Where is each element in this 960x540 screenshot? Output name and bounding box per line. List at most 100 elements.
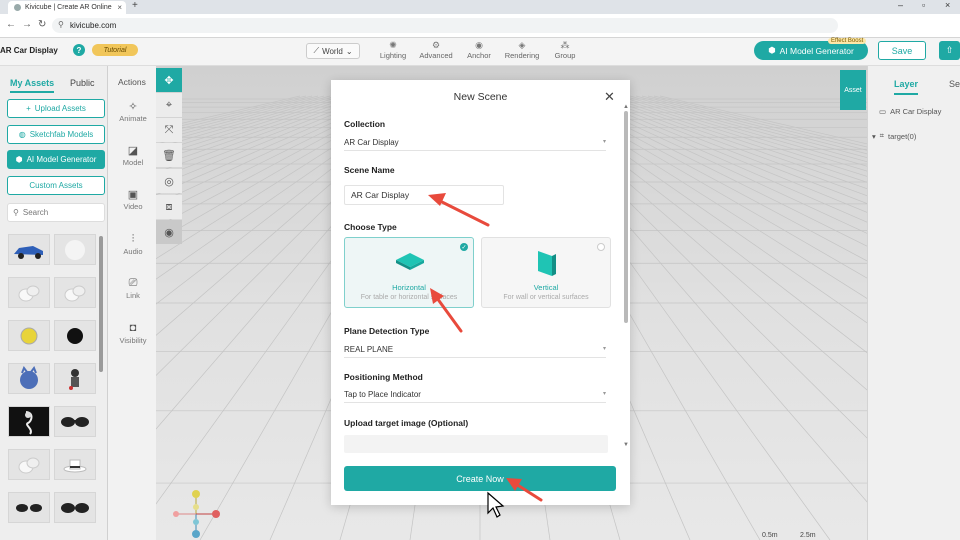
asset-thumb-black-ball[interactable] bbox=[54, 320, 96, 351]
asset-thumb-yellow-ball[interactable] bbox=[8, 320, 50, 351]
upload-assets-button[interactable]: + Upload Assets bbox=[7, 99, 105, 118]
type-card-horizontal[interactable]: ✓ Horizontal For table or horizontal sur… bbox=[344, 237, 474, 308]
layer-panel: Layer Set ▭ AR Car Display ▾ ⌗ target(0) bbox=[867, 66, 960, 540]
view-tool-button[interactable]: ◉ bbox=[156, 220, 182, 244]
site-favicon-icon bbox=[14, 4, 21, 11]
tab-layer[interactable]: Layer bbox=[894, 79, 919, 95]
modal-title: New Scene bbox=[453, 91, 508, 103]
chevron-down-icon: ▾ bbox=[872, 131, 876, 141]
move-tool-button[interactable]: ✥ bbox=[156, 68, 182, 92]
plane-detection-label: Plane Detection Type bbox=[344, 326, 430, 336]
choose-type-label: Choose Type bbox=[344, 222, 397, 232]
asset-thumb-car[interactable] bbox=[8, 234, 50, 265]
asset-scrollbar[interactable] bbox=[99, 236, 103, 372]
move-icon: ✥ bbox=[164, 74, 174, 87]
asset-thumb-sunglasses[interactable] bbox=[8, 492, 50, 523]
layer-item-scene[interactable]: ▭ AR Car Display bbox=[879, 107, 941, 116]
forward-icon[interactable]: → bbox=[22, 19, 32, 30]
search-icon: ⚲ bbox=[13, 208, 19, 217]
chevron-down-icon: ▾ bbox=[602, 346, 606, 352]
positioning-value: Tap to Place Indicator bbox=[344, 390, 421, 399]
asset-thumb-sphere[interactable] bbox=[54, 234, 96, 265]
close-icon[interactable]: ✕ bbox=[604, 89, 615, 105]
scene-icon: ▭ bbox=[879, 107, 887, 116]
action-video[interactable]: ▣ Video bbox=[108, 188, 158, 211]
project-name: AR Car Display bbox=[0, 46, 58, 55]
back-icon[interactable]: ← bbox=[6, 19, 16, 30]
collection-value: AR Car Display bbox=[344, 138, 399, 147]
asset-thumb-glasses[interactable] bbox=[54, 492, 96, 523]
modal-scrollbar[interactable] bbox=[624, 111, 628, 323]
group-tool[interactable]: ⁂ Group bbox=[540, 40, 590, 60]
minimize-icon[interactable]: – bbox=[898, 0, 903, 10]
upload-target-dropzone[interactable] bbox=[344, 435, 608, 453]
help-icon[interactable]: ? bbox=[73, 44, 85, 56]
plane-detection-select[interactable]: REAL PLANE ▾ bbox=[344, 342, 606, 358]
asset-thumb-figure[interactable] bbox=[54, 363, 96, 394]
maximize-icon[interactable]: ▫ bbox=[922, 0, 925, 10]
collection-select[interactable]: AR Car Display ▾ bbox=[344, 135, 606, 151]
axis-gizmo[interactable] bbox=[168, 488, 228, 540]
action-link[interactable]: ⎚ Link bbox=[108, 277, 158, 300]
address-bar-row: ← → ↻ ⚲ kivicube.com bbox=[0, 14, 960, 38]
asset-thumb-shape[interactable] bbox=[54, 277, 96, 308]
browser-tab[interactable]: Kivicube | Create AR Online × bbox=[8, 1, 126, 14]
ai-model-generator-panel-button[interactable]: ⬢ AI Model Generator bbox=[7, 150, 105, 169]
close-window-icon[interactable]: × bbox=[945, 0, 950, 10]
site-info-icon[interactable]: ⚲ bbox=[58, 20, 64, 29]
sketchfab-icon: ◍ bbox=[18, 130, 26, 139]
check-icon: ✓ bbox=[460, 243, 468, 251]
positioning-select[interactable]: Tap to Place Indicator ▾ bbox=[344, 387, 606, 403]
tab-public[interactable]: Public bbox=[70, 78, 95, 88]
scale-tool-button[interactable]: ⤧ bbox=[156, 118, 182, 142]
layer-item-label: AR Car Display bbox=[890, 107, 942, 116]
action-audio[interactable]: ⫶ Audio bbox=[108, 233, 158, 256]
asset-tabs: My Assets Public bbox=[10, 78, 100, 93]
action-animate[interactable]: ✧ Animate bbox=[108, 100, 158, 123]
type-card-vertical[interactable]: Vertical For wall or vertical surfaces bbox=[481, 237, 611, 308]
effect-boost-badge: Effect Boost bbox=[828, 38, 867, 44]
crosshair-icon: ⌖ bbox=[165, 98, 173, 111]
asset-thumb-blue-character[interactable] bbox=[8, 363, 50, 394]
asset-search-input[interactable]: ⚲ Search bbox=[7, 203, 105, 222]
url-field[interactable]: ⚲ kivicube.com bbox=[52, 18, 838, 33]
asset-side-tab[interactable]: Asset bbox=[840, 70, 866, 110]
tutorial-button[interactable]: Tutorial bbox=[92, 44, 138, 56]
action-model[interactable]: ◪ Model bbox=[108, 144, 158, 167]
scroll-down-icon[interactable]: ▼ bbox=[623, 442, 629, 448]
scroll-up-icon[interactable]: ▲ bbox=[623, 104, 629, 110]
tab-my-assets[interactable]: My Assets bbox=[10, 78, 55, 93]
position-tool-button[interactable]: ⌖ bbox=[156, 93, 182, 117]
custom-assets-button[interactable]: Custom Assets bbox=[7, 176, 105, 195]
collection-label: Collection bbox=[344, 119, 386, 129]
delete-tool-button[interactable]: 🗑 bbox=[156, 143, 182, 167]
action-model-label: Model bbox=[122, 158, 144, 167]
save-button[interactable]: Save bbox=[878, 41, 926, 60]
trash-icon: 🗑 bbox=[162, 149, 176, 162]
world-selector[interactable]: ⟋ World ⌄ bbox=[306, 43, 360, 59]
asset-thumb-shape[interactable] bbox=[8, 449, 50, 480]
scene-name-label: Scene Name bbox=[344, 165, 395, 175]
close-tab-icon[interactable]: × bbox=[117, 3, 122, 12]
asset-thumb-hat[interactable] bbox=[54, 449, 96, 480]
video-icon: ▣ bbox=[127, 189, 139, 201]
tab-settings[interactable]: Set bbox=[949, 79, 960, 89]
asset-thumb-sketch[interactable] bbox=[8, 406, 50, 437]
type-vertical-desc: For wall or vertical surfaces bbox=[503, 294, 589, 301]
action-visibility[interactable]: ◘ Visibility bbox=[108, 322, 158, 345]
sketchfab-label: Sketchfab Models bbox=[29, 130, 94, 139]
frame-tool-button[interactable]: ⧈ bbox=[156, 195, 182, 219]
new-tab-icon[interactable]: + bbox=[132, 0, 138, 11]
asset-thumb-glasses[interactable] bbox=[54, 406, 96, 437]
asset-thumb-shape[interactable] bbox=[8, 277, 50, 308]
focus-tool-button[interactable]: ◎ bbox=[156, 169, 182, 193]
frame-icon: ⧈ bbox=[165, 200, 173, 213]
create-now-button[interactable]: Create Now bbox=[344, 466, 616, 491]
layer-item-target[interactable]: ▾ ⌗ target(0) bbox=[872, 131, 916, 141]
sketchfab-models-button[interactable]: ◍ Sketchfab Models bbox=[7, 125, 105, 144]
horizontal-plane-icon bbox=[396, 253, 424, 270]
link-icon: ⎚ bbox=[128, 277, 138, 289]
scene-name-input[interactable]: AR Car Display bbox=[344, 185, 504, 205]
reload-icon[interactable]: ↻ bbox=[38, 19, 46, 30]
share-button[interactable]: ⇧ bbox=[939, 41, 960, 60]
